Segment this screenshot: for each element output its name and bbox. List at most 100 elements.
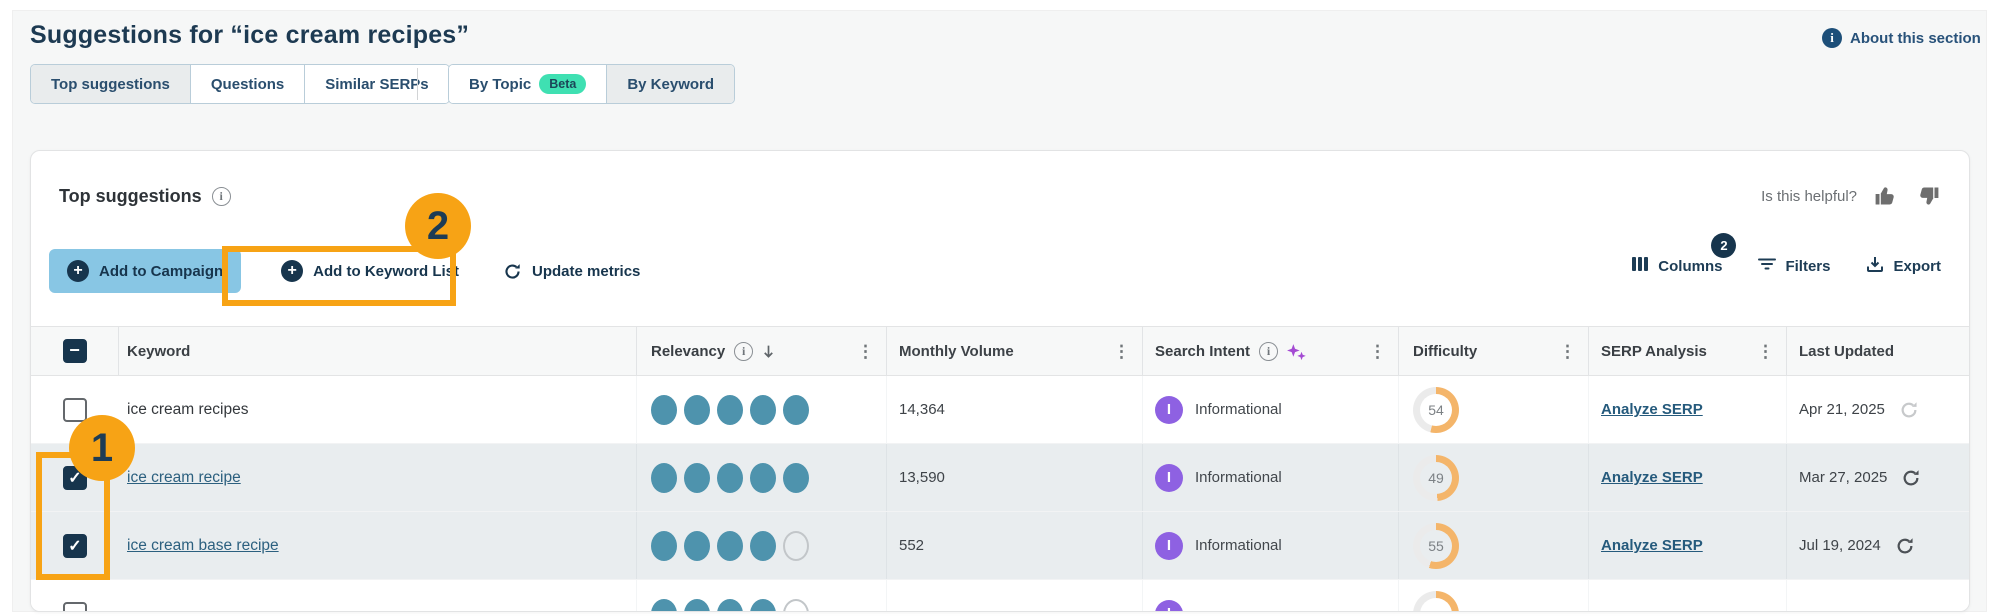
row-checkbox[interactable] [63, 466, 87, 490]
row-checkbox[interactable] [63, 534, 87, 558]
info-icon[interactable]: i [734, 342, 753, 361]
intent-label: Informational [1195, 469, 1282, 486]
relevancy-dot-filled [783, 463, 809, 493]
info-icon: i [1822, 28, 1842, 48]
relevancy-dot-filled [750, 531, 776, 561]
filters-button[interactable]: Filters [1758, 255, 1830, 277]
difficulty-ring: 54 [1413, 387, 1459, 433]
info-icon[interactable]: i [1259, 342, 1278, 361]
row-checkbox[interactable] [63, 602, 87, 613]
columns-label: Columns [1658, 258, 1722, 275]
row-checkbox[interactable] [63, 398, 87, 422]
thumbs-up-icon[interactable] [1873, 183, 1899, 209]
relevancy-dots [637, 376, 887, 443]
ai-sparkles-icon [1286, 343, 1307, 360]
relevancy-dot-filled [750, 599, 776, 613]
analyze-serp-link[interactable]: Analyze SERP [1601, 401, 1703, 418]
serp-analysis-column-header: SERP Analysis [1601, 343, 1707, 360]
table-row: ice cream base recipe 552 I Informationa… [31, 512, 1969, 580]
monthly-volume-column-header: Monthly Volume [899, 343, 1014, 360]
column-menu-icon[interactable]: ⋮ [1559, 343, 1588, 360]
refresh-metrics-icon[interactable] [1895, 536, 1915, 556]
about-this-section-label: About this section [1850, 30, 1981, 47]
monthly-volume-value: 552 [887, 512, 1143, 579]
plus-icon: + [67, 260, 89, 282]
keyword-link[interactable]: ice cream recipe [127, 469, 241, 487]
relevancy-dot-filled [717, 531, 743, 561]
keyword-link[interactable]: ice cream recipes [127, 401, 248, 419]
refresh-metrics-icon[interactable] [1901, 468, 1921, 488]
last-updated-date: Jul 19, 2024 [1799, 537, 1881, 554]
tab-by-topic[interactable]: By Topic Beta [449, 65, 607, 103]
relevancy-dot-filled [684, 599, 710, 613]
relevancy-dot-filled [651, 395, 677, 425]
update-metrics-button[interactable]: Update metrics [489, 249, 654, 293]
difficulty-value: 54 [1420, 394, 1452, 426]
difficulty-ring: 49 [1413, 455, 1459, 501]
filters-icon [1758, 255, 1776, 277]
add-to-keyword-list-label: Add to Keyword List [313, 263, 459, 280]
relevancy-dot-empty [783, 599, 809, 613]
tab-by-topic-label: By Topic [469, 76, 531, 93]
relevancy-dots [637, 512, 887, 579]
column-menu-icon[interactable]: ⋮ [857, 343, 886, 360]
relevancy-dot-filled [717, 463, 743, 493]
table-row: ice cream recipe 13,590 I Informational … [31, 444, 1969, 512]
informational-intent-icon: I [1155, 464, 1183, 492]
monthly-volume-value: 13,590 [887, 444, 1143, 511]
beta-badge: Beta [539, 74, 586, 94]
plus-icon: + [281, 260, 303, 282]
table-row: ice cream recipes 14,364 I Informational… [31, 376, 1969, 444]
tab-similar-serps[interactable]: Similar SERPs [305, 65, 448, 103]
monthly-volume-value: 14,364 [887, 376, 1143, 443]
difficulty-value: 55 [1420, 530, 1452, 562]
relevancy-dot-filled [783, 395, 809, 425]
info-icon[interactable]: i [212, 187, 231, 206]
relevancy-column-header: Relevancy [651, 343, 725, 360]
analyze-serp-link[interactable]: Analyze SERP [1601, 469, 1703, 486]
column-menu-icon[interactable]: ⋮ [1369, 343, 1398, 360]
difficulty-value: 49 [1420, 462, 1452, 494]
tab-group-divider [417, 68, 418, 100]
export-button[interactable]: Export [1866, 255, 1941, 277]
relevancy-dot-filled [750, 395, 776, 425]
tab-by-keyword[interactable]: By Keyword [607, 65, 734, 103]
keyword-column-header: Keyword [127, 343, 190, 360]
difficulty-ring [1413, 591, 1459, 613]
relevancy-dot-filled [651, 463, 677, 493]
columns-button[interactable]: Columns 2 [1631, 255, 1722, 277]
intent-label: Informational [1195, 401, 1282, 418]
tab-top-suggestions[interactable]: Top suggestions [31, 65, 191, 103]
column-menu-icon[interactable]: ⋮ [1113, 343, 1142, 360]
update-metrics-label: Update metrics [532, 263, 640, 280]
difficulty-column-header: Difficulty [1413, 343, 1477, 360]
analyze-serp-link[interactable]: Analyze SERP [1601, 537, 1703, 554]
filters-label: Filters [1785, 258, 1830, 275]
refresh-metrics-icon[interactable] [1899, 400, 1919, 420]
select-all-checkbox[interactable] [63, 339, 87, 363]
relevancy-dot-filled [684, 395, 710, 425]
thumbs-down-icon[interactable] [1915, 183, 1941, 209]
relevancy-dot-filled [717, 599, 743, 613]
last-updated-date: Apr 21, 2025 [1799, 401, 1885, 418]
table-body: ice cream recipes 14,364 I Informational… [31, 376, 1969, 612]
suggestions-card: Top suggestions i Is this helpful? + Add… [30, 150, 1970, 612]
relevancy-dot-filled [750, 463, 776, 493]
relevancy-dot-filled [717, 395, 743, 425]
relevancy-dot-empty [783, 531, 809, 561]
view-mode-tabs: By Topic Beta By Keyword [448, 64, 735, 104]
add-to-keyword-list-button[interactable]: + Add to Keyword List [267, 249, 473, 293]
sort-descending-icon[interactable] [761, 344, 776, 359]
informational-intent-icon: I [1155, 396, 1183, 424]
difficulty-value [1420, 598, 1452, 613]
relevancy-dots [637, 444, 887, 511]
keyword-link[interactable]: ice cream base recipe [127, 537, 279, 555]
about-this-section-link[interactable]: i About this section [1822, 28, 1981, 48]
export-icon [1866, 255, 1884, 277]
relevancy-dot-filled [684, 531, 710, 561]
tab-questions[interactable]: Questions [191, 65, 305, 103]
export-label: Export [1893, 258, 1941, 275]
column-menu-icon[interactable]: ⋮ [1757, 343, 1786, 360]
relevancy-dot-filled [684, 463, 710, 493]
add-to-campaign-button[interactable]: + Add to Campaign [49, 249, 241, 293]
